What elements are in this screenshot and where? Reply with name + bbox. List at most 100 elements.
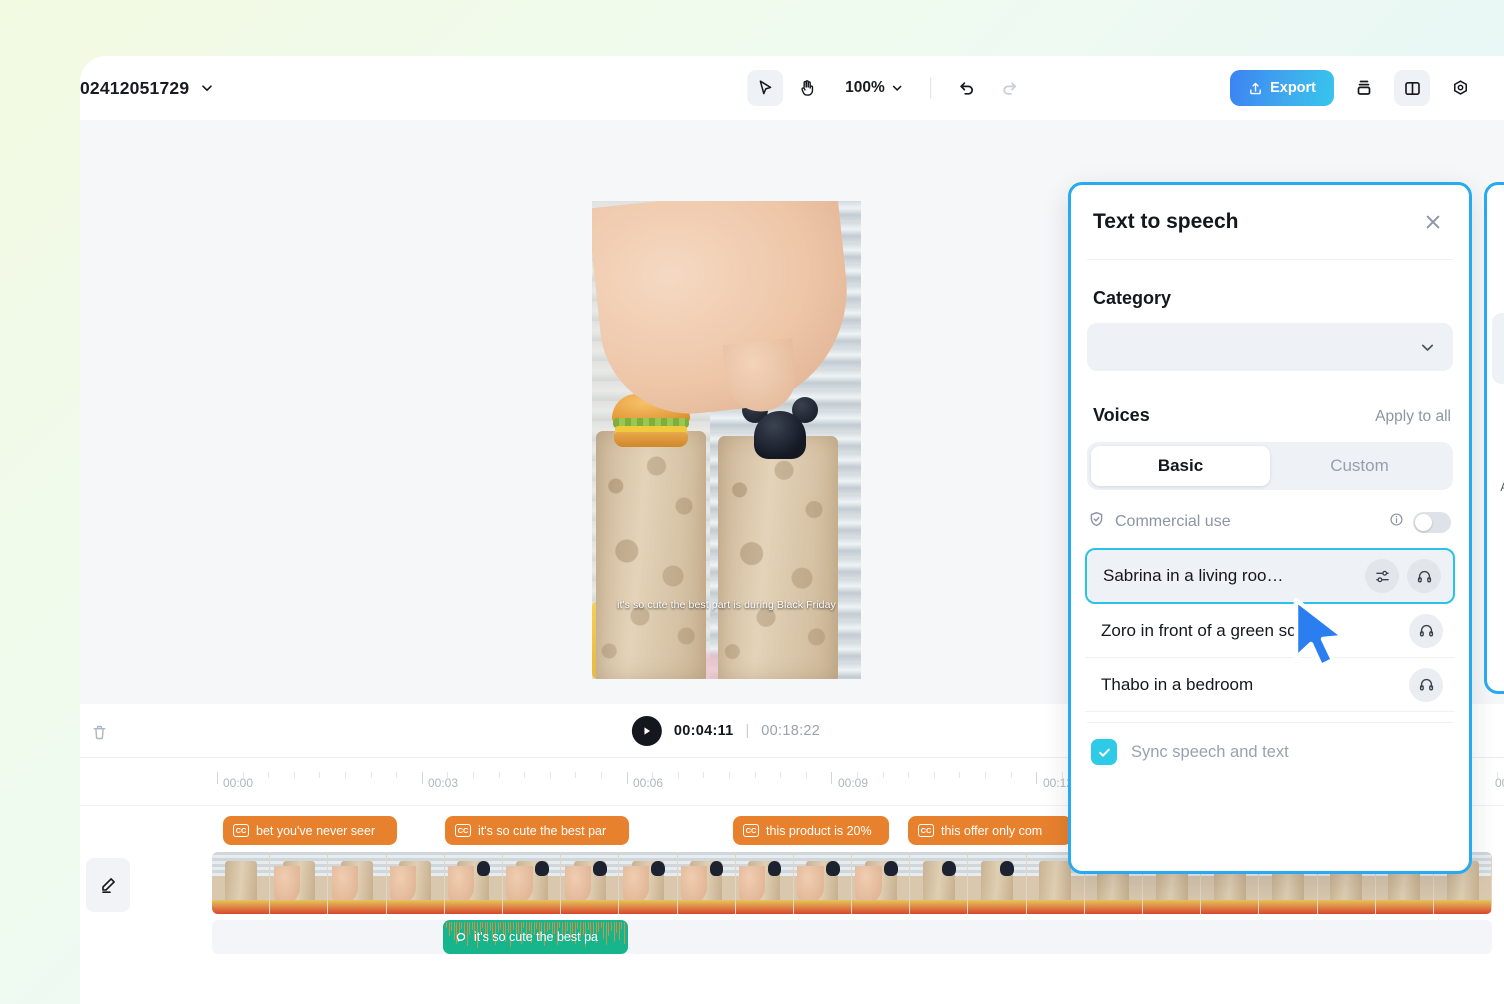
edit-clip-button[interactable] [86, 858, 130, 912]
chevron-down-icon[interactable] [199, 80, 215, 96]
sync-speech-label: Sync speech and text [1131, 742, 1289, 761]
ruler-tick [319, 772, 320, 778]
ruler-tick [473, 772, 474, 778]
video-thumbnail [328, 852, 387, 914]
ruler-tick [524, 772, 525, 778]
headphone-icon[interactable] [1407, 559, 1441, 593]
audio-track[interactable]: it's so cute the best pa [80, 918, 1504, 970]
trash-icon [93, 725, 105, 739]
sliders-icon[interactable] [1365, 559, 1399, 593]
ruler-tick [806, 772, 807, 778]
toolbar-divider [929, 77, 931, 99]
canvas-tools: 100% [747, 56, 1027, 120]
sidebar-item-presets[interactable]: Presets [1492, 195, 1504, 252]
sidebar-item-avatar[interactable]: Avatar [1492, 386, 1504, 443]
caption-clip[interactable]: CC this product is 20% [733, 816, 889, 845]
sidebar-item-motion-tracking[interactable]: Motion tracking [1492, 504, 1504, 574]
ruler-label: 00:06 [633, 776, 664, 790]
ruler-tick [575, 772, 576, 778]
caption-clip[interactable]: CC it's so cute the best par [445, 816, 629, 845]
commercial-use-toggle[interactable] [1413, 511, 1451, 533]
caption-clip[interactable]: CC bet you've never seer [223, 816, 397, 845]
audio-lane[interactable] [212, 920, 1492, 954]
ruler-tick [371, 772, 372, 778]
ruler-tick [345, 772, 346, 778]
close-icon[interactable] [1419, 208, 1447, 236]
panel-header: Text to speech [1071, 185, 1469, 259]
ruler-tick [422, 772, 423, 784]
delete-button[interactable] [82, 717, 116, 747]
ruler-tick [831, 772, 832, 784]
video-thumbnail [910, 852, 969, 914]
redo-button[interactable] [991, 70, 1027, 106]
speech-clip[interactable]: it's so cute the best pa [443, 920, 628, 954]
category-label: Category [1093, 288, 1172, 308]
sync-checkbox[interactable] [1091, 739, 1117, 765]
zoom-level-dropdown[interactable]: 100% [835, 75, 912, 101]
project-title-group[interactable]: 02412051729 [80, 56, 215, 120]
category-dropdown[interactable] [1087, 323, 1453, 371]
sidebar-item-basic[interactable]: Basic [1492, 254, 1504, 311]
commercial-use-row: Commercial use [1071, 490, 1469, 534]
ruler-tick [703, 772, 704, 778]
info-circle-icon[interactable] [1389, 512, 1404, 532]
panel-title: Text to speech [1093, 210, 1239, 233]
hand-tool-button[interactable] [789, 70, 825, 106]
text-to-speech-icon [453, 930, 468, 945]
caption-clip[interactable]: CC this offer only com [908, 816, 1072, 845]
sidebar-item-text-to-speech[interactable]: Text to speech [1492, 313, 1504, 384]
caption-clip-label: bet you've never seer [256, 823, 376, 838]
video-thumbnail [444, 852, 503, 914]
video-preview[interactable]: it's so cute the best part is during Bla… [592, 201, 861, 679]
voice-list-item[interactable]: Thabo in a bedroom [1085, 658, 1455, 712]
video-thumbnail [619, 852, 678, 914]
page-title: 02412051729 [80, 77, 190, 98]
video-thumbnail [793, 852, 853, 914]
chevron-down-icon [1421, 344, 1434, 351]
cc-icon: CC [743, 824, 759, 837]
tab-custom[interactable]: Custom [1270, 446, 1449, 486]
export-button[interactable]: Export [1230, 70, 1334, 106]
select-tool-button[interactable] [747, 70, 784, 106]
pencil-edit-icon [102, 878, 115, 893]
ruler-tick [985, 772, 986, 778]
ruler-tick [627, 772, 628, 784]
sync-speech-row[interactable]: Sync speech and text [1071, 723, 1469, 765]
undo-button[interactable] [949, 70, 985, 106]
cc-icon: CC [233, 824, 249, 837]
voice-name: Zoro in front of a green scr.. [1101, 620, 1310, 640]
voice-list-item[interactable]: Sabrina in a living roo… [1085, 548, 1455, 604]
headphone-icon[interactable] [1409, 613, 1443, 648]
cc-icon: CC [455, 824, 471, 837]
ruler-tick [550, 772, 551, 778]
patterned-cylinder-right [718, 436, 838, 679]
ruler-tick [678, 772, 679, 778]
ruler-tick [883, 772, 884, 778]
right-sidebar: Presets Basic Text to speech Avatar Animat… M… [1484, 182, 1504, 694]
tab-basic[interactable]: Basic [1091, 446, 1270, 486]
voice-list-item[interactable]: Zoro in front of a green scr.. [1085, 604, 1455, 658]
playback-controls: 00:04:11 | 00:18:22 [631, 704, 820, 758]
ruler-tick [499, 772, 500, 778]
ruler-tick [729, 772, 730, 778]
video-thumbnail [735, 852, 794, 914]
video-thumbnail [502, 852, 562, 914]
current-time: 00:04:11 [673, 723, 734, 739]
sidebar-item-animat[interactable]: Animat… [1492, 445, 1504, 502]
settings-button[interactable] [1442, 70, 1478, 106]
voice-name: Thabo in a bedroom [1101, 674, 1254, 694]
text-to-speech-panel[interactable]: Text to speech Category Voices Apply to … [1068, 182, 1472, 874]
split-panel-button[interactable] [1394, 70, 1430, 106]
video-thumbnail [386, 852, 445, 914]
video-thumbnail [561, 852, 620, 914]
headphone-icon[interactable] [1409, 667, 1443, 702]
layers-button[interactable] [1346, 70, 1382, 106]
video-thumbnail [968, 852, 1027, 914]
ruler-tick [601, 772, 602, 778]
apply-to-all-link[interactable]: Apply to all [1375, 408, 1451, 426]
ruler-tick [1011, 772, 1012, 778]
video-thumbnail [677, 852, 736, 914]
video-caption-overlay: it's so cute the best part is during Bla… [617, 599, 836, 611]
ruler-label: 00:03 [428, 776, 459, 790]
play-button[interactable] [631, 716, 662, 746]
